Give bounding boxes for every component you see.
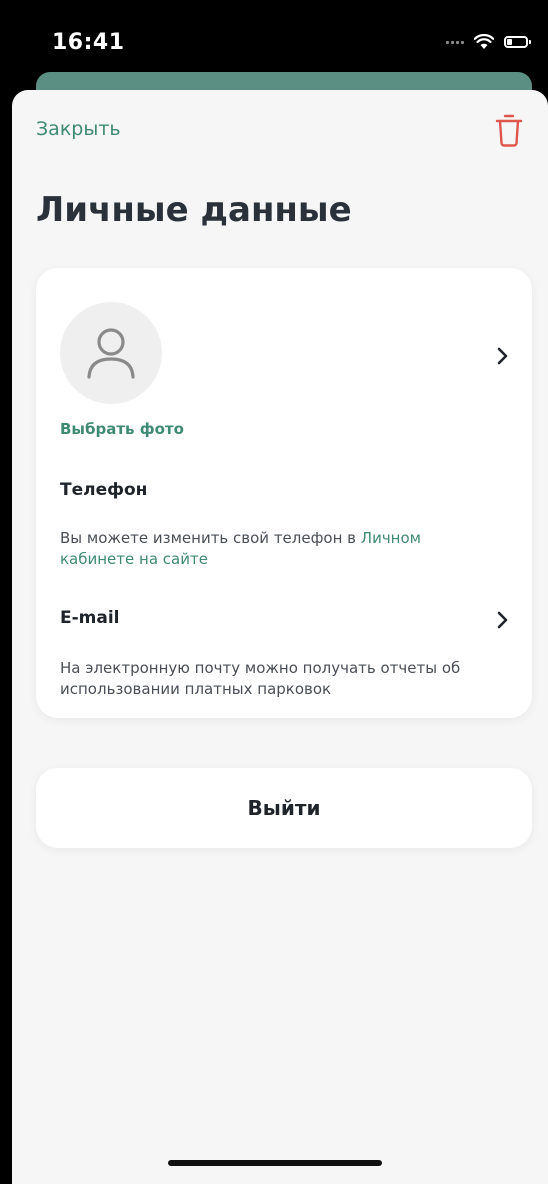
signal-icon <box>446 40 464 44</box>
phone-description-text: Вы можете изменить свой телефон в <box>60 529 361 547</box>
email-label: E-mail <box>60 608 120 628</box>
status-icons <box>446 34 531 50</box>
choose-photo-button[interactable]: Выбрать фото <box>60 420 184 438</box>
battery-icon <box>504 36 531 48</box>
phone-label: Телефон <box>60 480 148 500</box>
status-time: 16:41 <box>52 30 125 55</box>
close-button[interactable]: Закрыть <box>36 118 121 140</box>
personal-data-sheet: Закрыть Личные данные Выбрать фото Телеф… <box>12 90 548 1184</box>
logout-label: Выйти <box>247 796 321 820</box>
user-icon <box>87 328 135 379</box>
home-indicator <box>168 1160 382 1166</box>
phone-description: Вы можете изменить свой телефон в Личном… <box>60 528 490 570</box>
email-chevron-icon <box>497 611 508 629</box>
avatar[interactable] <box>60 302 162 404</box>
email-description: На электронную почту можно получать отче… <box>60 659 461 698</box>
page-title: Личные данные <box>36 190 352 230</box>
profile-chevron-icon[interactable] <box>496 346 510 366</box>
email-row[interactable]: E-mail <box>36 598 532 638</box>
profile-card: Выбрать фото Телефон Вы можете изменить … <box>36 268 532 718</box>
wifi-icon <box>474 34 494 49</box>
logout-button[interactable]: Выйти <box>36 768 532 848</box>
trash-icon[interactable] <box>494 112 524 148</box>
